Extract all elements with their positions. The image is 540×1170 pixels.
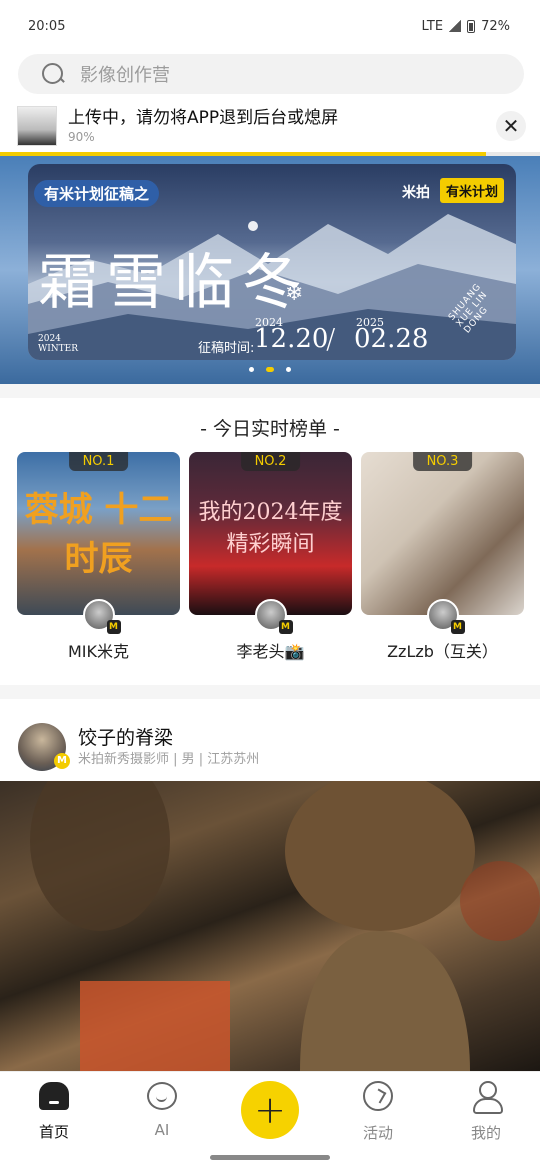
- network-label: LTE: [421, 18, 444, 34]
- post-author-meta: 米拍新秀摄影师 | 男 | 江苏苏州: [78, 752, 260, 767]
- rank-username[interactable]: 李老头📸: [189, 641, 352, 663]
- statue-photo-illustration: [30, 781, 540, 1071]
- upload-status: 上传中，请勿将APP退到后台或熄屏 90% ✕: [0, 102, 540, 150]
- banner-carousel[interactable]: 有米计划征稿之 米拍 有米计划 霜雪临冬 ❄ 2024 WINTER 征稿时间:…: [0, 156, 540, 384]
- home-icon: [39, 1082, 69, 1110]
- tab-activity[interactable]: 活动: [324, 1080, 432, 1143]
- rank-badge: NO.3: [412, 452, 473, 471]
- status-time: 20:05: [28, 18, 66, 34]
- member-badge: M: [278, 620, 293, 634]
- search-bar[interactable]: 影像创作营: [18, 54, 524, 94]
- section-divider: [0, 685, 540, 699]
- post-photo[interactable]: [0, 781, 540, 1071]
- carousel-dot-active[interactable]: [266, 367, 274, 372]
- date-separator: /: [326, 322, 336, 355]
- rank-badge: NO.1: [68, 452, 129, 471]
- winter-word: WINTER: [38, 344, 79, 354]
- post-author-info: 饺子的脊梁 米拍新秀摄影师 | 男 | 江苏苏州: [78, 725, 259, 769]
- upload-thumbnail: [17, 106, 57, 146]
- end-date: 02.28: [354, 324, 429, 354]
- profile-icon: [471, 1081, 503, 1114]
- upload-title: 上传中，请勿将APP退到后台或熄屏: [68, 108, 339, 128]
- banner-title: 霜雪临冬: [38, 248, 310, 318]
- ranking-image[interactable]: NO.2 我的2024年度 精彩瞬间: [189, 452, 352, 615]
- banner-card[interactable]: 有米计划征稿之 米拍 有米计划 霜雪临冬 ❄ 2024 WINTER 征稿时间:…: [28, 164, 516, 360]
- tab-ai[interactable]: AI: [108, 1080, 216, 1139]
- ranking-item[interactable]: NO.2 我的2024年度 精彩瞬间 M 李老头📸: [189, 452, 352, 663]
- close-icon: ✕: [502, 114, 520, 138]
- avatar[interactable]: M: [18, 723, 70, 771]
- winter-label: 2024 WINTER: [38, 334, 78, 354]
- tab-home[interactable]: 首页: [0, 1080, 108, 1142]
- create-post-button[interactable]: +: [241, 1081, 299, 1139]
- rank-badge: NO.2: [240, 452, 301, 471]
- close-upload-button[interactable]: ✕: [496, 111, 526, 141]
- carousel-dot[interactable]: [249, 367, 254, 372]
- ranking-item[interactable]: NO.3 M ZzLzb（互关）: [361, 452, 524, 663]
- app-screen: 20:05 LTE 72% 影像创作营 上传中，请勿将APP退到后台或熄屏 90…: [0, 0, 540, 1170]
- tab-label: 我的: [470, 1124, 501, 1142]
- search-container: 影像创作营: [0, 52, 540, 94]
- post-header: M 饺子的脊梁 米拍新秀摄影师 | 男 | 江苏苏州: [0, 699, 540, 781]
- tab-label: 首页: [38, 1123, 69, 1141]
- search-placeholder: 影像创作营: [80, 65, 170, 86]
- youmi-plan-logo: 有米计划: [439, 178, 504, 203]
- date-label: 征稿时间:: [198, 341, 255, 356]
- banner-tag: 有米计划征稿之: [34, 180, 160, 207]
- status-indicators: LTE 72%: [421, 19, 510, 34]
- carousel-dots: [0, 367, 540, 372]
- battery-icon: [467, 19, 476, 33]
- post-author-name[interactable]: 饺子的脊梁: [78, 725, 259, 751]
- ranking-image[interactable]: NO.3: [361, 452, 524, 615]
- rank-artwork-text: 我的2024年度 精彩瞬间: [198, 500, 343, 557]
- section-divider: [0, 384, 540, 398]
- carousel-dot[interactable]: [286, 367, 291, 372]
- rank-avatar-container: M: [17, 599, 180, 634]
- activity-icon: [363, 1081, 393, 1111]
- battery-percent: 72%: [481, 18, 510, 34]
- ranking-list: NO.1 蓉城 十二时辰 M MIK米克 NO.2 我的2024年度 精彩瞬间 …: [0, 446, 540, 663]
- tab-label: AI: [154, 1121, 170, 1139]
- member-badge: M: [450, 620, 465, 634]
- winter-year: 2024: [38, 334, 61, 344]
- ai-icon: [147, 1082, 177, 1110]
- tab-label: 活动: [362, 1124, 393, 1142]
- signal-icon: [449, 20, 462, 32]
- plus-icon: +: [254, 1088, 286, 1132]
- tab-create[interactable]: +: [216, 1080, 324, 1139]
- ranking-item[interactable]: NO.1 蓉城 十二时辰 M MIK米克: [17, 452, 180, 663]
- tab-me[interactable]: 我的: [432, 1080, 540, 1143]
- ranking-image[interactable]: NO.1 蓉城 十二时辰: [17, 452, 180, 615]
- upload-percent: 90%: [68, 130, 95, 144]
- home-indicator: [210, 1155, 330, 1160]
- snowflake-icon: ❄: [285, 281, 304, 306]
- ranking-title: - 今日实时榜单 -: [200, 418, 340, 440]
- start-date: 12.20: [254, 324, 329, 354]
- rank-artwork-text: 蓉城 十二时辰: [24, 490, 173, 579]
- upload-text: 上传中，请勿将APP退到后台或熄屏 90%: [68, 107, 485, 145]
- mipai-logo: 米拍: [402, 185, 430, 201]
- rank-username[interactable]: MIK米克: [17, 641, 180, 663]
- rank-avatar-container: M: [189, 599, 352, 634]
- status-bar: 20:05 LTE 72%: [0, 0, 540, 52]
- search-icon: [40, 61, 66, 87]
- ranking-section: - 今日实时榜单 - NO.1 蓉城 十二时辰 M MIK米克 NO.2 我的2…: [0, 398, 540, 663]
- member-badge: M: [54, 753, 70, 769]
- rank-avatar-container: M: [361, 599, 524, 634]
- rank-username[interactable]: ZzLzb（互关）: [361, 641, 524, 663]
- member-badge: M: [106, 620, 121, 634]
